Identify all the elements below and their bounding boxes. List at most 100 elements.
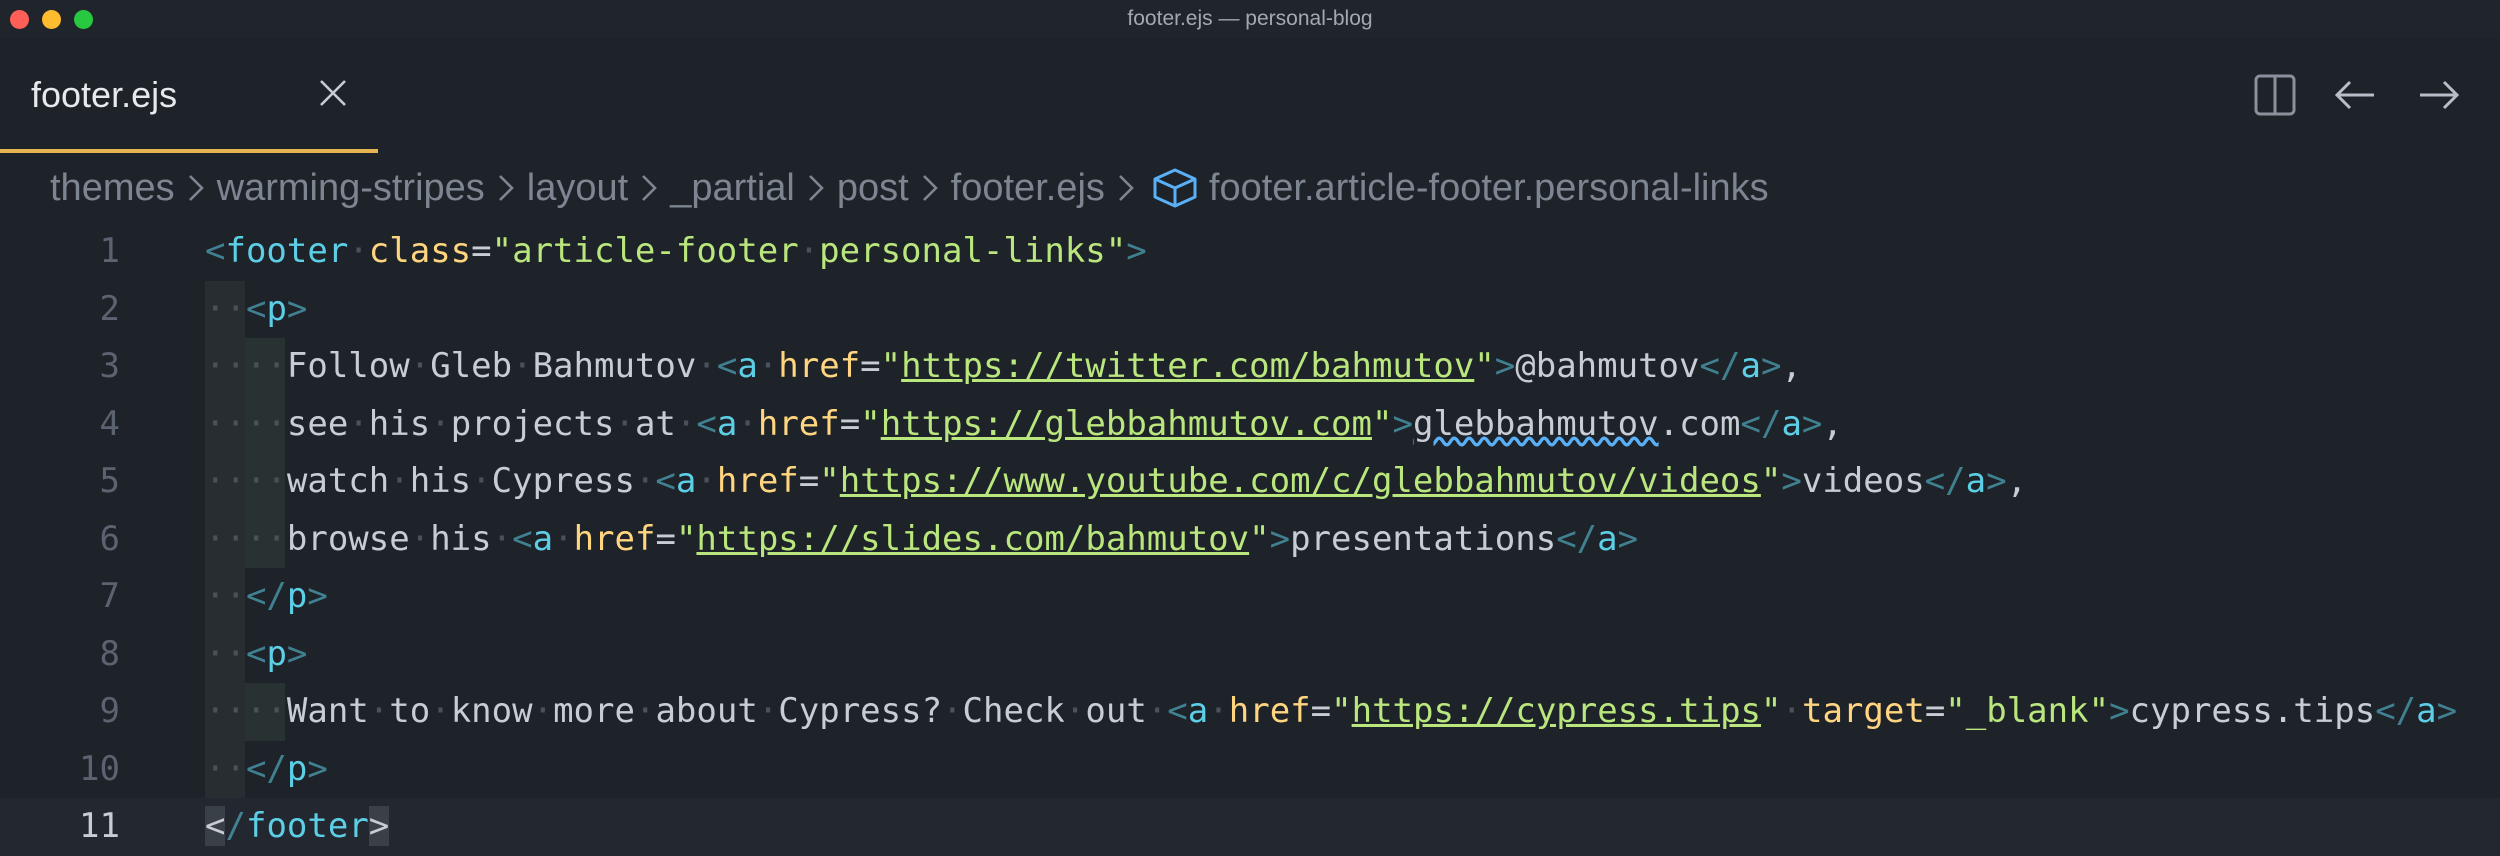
code-line[interactable]: 8 ··<p> <box>0 625 2500 684</box>
text: Cypress? <box>778 691 943 731</box>
tag-punct: > <box>286 633 308 674</box>
line-number: 4 <box>99 403 120 444</box>
code-editor[interactable]: 1 <footer·class="article-footer·personal-… <box>0 223 2500 856</box>
arrow-left-icon[interactable] <box>2332 72 2378 118</box>
chevron-right-icon <box>498 175 514 201</box>
breadcrumb-item-post[interactable]: post <box>837 167 909 210</box>
string: " <box>819 461 840 501</box>
breadcrumb-item-file[interactable]: footer.ejs <box>951 167 1105 210</box>
whitespace-marker: ···· <box>205 518 287 559</box>
text: , <box>1781 346 1802 386</box>
string: " <box>880 346 902 386</box>
whitespace-marker: · <box>409 518 431 559</box>
string: "_blank" <box>1945 691 2110 731</box>
text: his <box>409 461 472 501</box>
whitespace-marker: · <box>348 403 369 444</box>
url-link[interactable]: https://cypress.tips <box>1352 691 1761 731</box>
attr-name: href <box>757 403 840 444</box>
breadcrumb-item-symbol[interactable]: footer.article-footer.personal-links <box>1209 167 1769 210</box>
string: " <box>860 403 881 444</box>
tag-name: a <box>2416 691 2437 731</box>
tab-footer-ejs[interactable]: footer.ejs <box>0 38 378 153</box>
chevron-right-icon <box>1118 175 1134 201</box>
code-line[interactable]: 1 <footer·class="article-footer·personal-… <box>0 223 2500 281</box>
attr-name: class <box>368 231 472 271</box>
code-text: <footer·class="article-footer·personal-l… <box>205 223 1147 281</box>
whitespace-marker: ·· <box>205 633 246 674</box>
tag-punct: < <box>245 633 267 674</box>
whitespace-marker: · <box>675 403 697 444</box>
close-icon[interactable] <box>316 76 350 110</box>
string: " <box>1760 461 1782 501</box>
tag-punct: > <box>1494 346 1516 386</box>
string: " <box>1331 691 1352 731</box>
code-line[interactable]: 7 ··</p> <box>0 568 2500 626</box>
line-number: 1 <box>99 231 120 271</box>
text: his <box>430 518 492 559</box>
code-line[interactable]: 11 </footer> <box>0 798 2500 856</box>
code-line[interactable]: 2 ··<p> <box>0 280 2500 338</box>
whitespace-marker: · <box>696 461 717 501</box>
bracket-match: < <box>205 806 226 846</box>
whitespace-marker: ·· <box>205 576 246 616</box>
code-text: ····browse·his·<a·href="https://slides.c… <box>205 511 1638 569</box>
tag-name: p <box>266 288 287 329</box>
whitespace-marker: · <box>491 518 513 559</box>
tag-punct: > <box>1986 461 2007 501</box>
tag-punct: < <box>245 288 267 329</box>
code-line[interactable]: 6 ····browse·his·<a·href="https://slides.… <box>0 510 2500 569</box>
string: " <box>675 518 697 559</box>
code-line[interactable]: 10 ··</p> <box>0 740 2500 798</box>
tag-name: a <box>737 346 758 386</box>
text: @bahmutov <box>1515 346 1700 386</box>
tag-punct: </ <box>245 748 287 789</box>
whitespace-marker: ···· <box>205 691 287 731</box>
breadcrumb-item-layout[interactable]: layout <box>527 167 628 210</box>
breadcrumb-item-partial[interactable]: _partial <box>670 167 795 210</box>
text: Follow <box>286 346 410 386</box>
url-link[interactable]: https://glebbahmutov.com <box>881 404 1372 444</box>
arrow-right-icon[interactable] <box>2416 72 2462 118</box>
attr-name: href <box>573 518 656 559</box>
chevron-right-icon <box>922 175 938 201</box>
whitespace-marker: · <box>1208 691 1229 731</box>
text: videos <box>1801 461 1925 501</box>
text: = <box>471 231 492 271</box>
line-number: 8 <box>99 633 120 674</box>
code-text: ··</p> <box>205 568 328 626</box>
code-line[interactable]: 4 ····see·his·projects·at·<a·href="https:… <box>0 395 2500 453</box>
whitespace-marker: · <box>1146 691 1168 731</box>
text: Gleb <box>430 346 513 386</box>
code-text: ··<p> <box>205 626 307 684</box>
tag-name: a <box>675 461 697 501</box>
text: watch <box>286 461 390 501</box>
code-line[interactable]: 5 ····watch·his·Cypress·<a·href="https://… <box>0 453 2500 511</box>
string: " <box>1249 518 1270 559</box>
whitespace-marker: · <box>798 231 820 271</box>
text: = <box>860 346 881 386</box>
whitespace-marker: · <box>512 346 533 386</box>
tag-name: a <box>716 403 738 444</box>
tag-punct: < <box>655 461 676 501</box>
tag-name: a <box>1597 518 1618 559</box>
tag-punct: / <box>225 806 246 846</box>
breadcrumb-item-themes[interactable]: themes <box>50 167 175 210</box>
line-number: 7 <box>99 576 120 616</box>
text: = <box>839 403 861 444</box>
string: " <box>1371 403 1393 444</box>
url-link[interactable]: https://twitter.com/bahmutov <box>901 346 1474 386</box>
tag-punct: </ <box>1924 461 1966 501</box>
code-line[interactable]: 9 ····Want·to·know·more·about·Cypress?·Ch… <box>0 683 2500 741</box>
url-link[interactable]: https://slides.com/bahmutov <box>696 519 1249 559</box>
url-link[interactable]: https://www.youtube.com/c/glebbahmutov/v… <box>840 461 1761 501</box>
breadcrumb-item-warming-stripes[interactable]: warming-stripes <box>217 167 485 210</box>
code-line[interactable]: 3 ····Follow·Gleb·Bahmutov·<a·href="https… <box>0 338 2500 396</box>
split-editor-icon[interactable] <box>2252 72 2298 118</box>
tag-name: p <box>286 576 308 616</box>
text: , <box>2006 461 2028 501</box>
tag-punct: </ <box>1740 403 1782 444</box>
text: = <box>798 461 820 501</box>
text: Cypress <box>491 461 635 501</box>
tag-punct: > <box>1781 461 1802 501</box>
tag-name: p <box>266 633 287 674</box>
